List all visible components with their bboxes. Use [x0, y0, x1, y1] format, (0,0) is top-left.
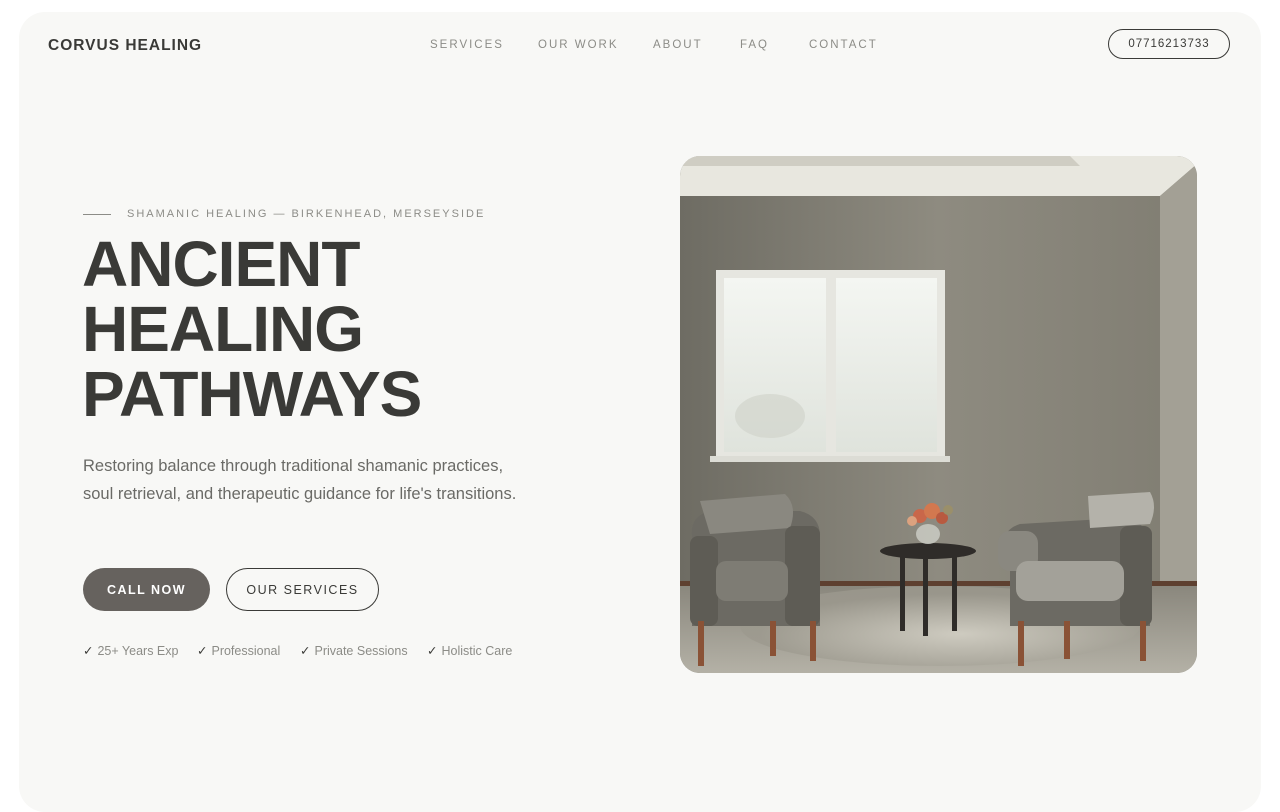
feature-label: Holistic Care — [441, 644, 513, 658]
feature-item: ✓ Holistic Care — [427, 643, 512, 658]
headline-line-2: HEALING — [82, 293, 364, 365]
hero-eyebrow: SHAMANIC HEALING — BIRKENHEAD, MERSEYSID… — [83, 208, 485, 220]
check-icon: ✓ — [197, 644, 208, 658]
nav-our-work[interactable]: OUR WORK — [538, 39, 619, 51]
headline-line-3: PATHWAYS — [82, 358, 422, 430]
hero-image — [680, 156, 1197, 673]
main-nav: SERVICES OUR WORK ABOUT FAQ CONTACT — [0, 39, 1280, 53]
nav-services[interactable]: SERVICES — [430, 39, 504, 51]
therapy-room-illustration — [680, 156, 1197, 673]
feature-label: Professional — [211, 644, 281, 658]
feature-label: 25+ Years Exp — [97, 644, 179, 658]
nav-about[interactable]: ABOUT — [653, 39, 703, 51]
headline-line-1: ANCIENT — [82, 228, 360, 300]
feature-item: ✓ 25+ Years Exp — [83, 643, 178, 658]
check-icon: ✓ — [83, 644, 94, 658]
feature-item: ✓ Private Sessions — [300, 643, 408, 658]
nav-faq[interactable]: FAQ — [740, 39, 769, 51]
check-icon: ✓ — [300, 644, 311, 658]
nav-contact[interactable]: CONTACT — [809, 39, 878, 51]
eyebrow-divider — [83, 213, 111, 215]
check-icon: ✓ — [427, 644, 438, 658]
eyebrow-text: SHAMANIC HEALING — BIRKENHEAD, MERSEYSID… — [127, 208, 486, 220]
phone-button[interactable]: 07716213733 — [1108, 29, 1230, 59]
feature-label: Private Sessions — [314, 644, 408, 658]
feature-item: ✓ Professional — [197, 643, 280, 658]
call-now-button[interactable]: CALL NOW — [83, 568, 210, 611]
hero-headline: ANCIENT HEALING PATHWAYS — [82, 228, 422, 430]
our-services-button[interactable]: OUR SERVICES — [226, 568, 379, 611]
hero-description: Restoring balance through traditional sh… — [83, 457, 517, 503]
